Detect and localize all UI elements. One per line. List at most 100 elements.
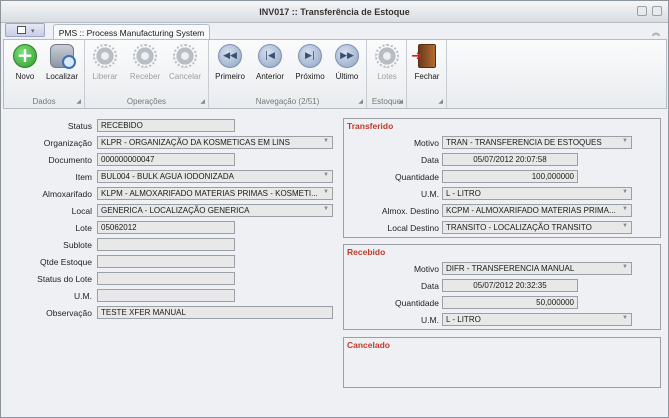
cancelado-title: Cancelado	[347, 340, 390, 350]
first-record-icon: ◀◀	[218, 44, 242, 68]
liberar-button[interactable]: Liberar	[87, 42, 123, 86]
dialog-launcher-icon[interactable]: ◢	[398, 98, 403, 105]
dropdown-icon: ▼	[323, 172, 329, 178]
primeiro-button[interactable]: ◀◀ Primeiro	[212, 42, 248, 86]
almoxarifado-select[interactable]: KLPM - ALMOXARIFADO MATERIAS PRIMAS - KO…	[97, 187, 333, 200]
liberar-label: Liberar	[92, 72, 118, 81]
cancelado-panel: Cancelado	[343, 337, 661, 388]
dropdown-icon: ▼	[323, 138, 329, 144]
chevron-down-icon: ▾	[31, 28, 35, 35]
lotes-button[interactable]: Lotes	[369, 42, 405, 86]
almoxarifado-label: Almoxarifado	[42, 189, 92, 199]
sublote-field[interactable]	[97, 238, 235, 251]
receb-motivo-select[interactable]: DIFR - TRANSFERENCIA MANUAL ▼	[442, 262, 632, 275]
observacao-field[interactable]: TESTE XFER MANUAL	[97, 306, 333, 319]
documento-field[interactable]: 000000000047	[97, 153, 235, 166]
tab-pms[interactable]: PMS :: Process Manufacturing System	[53, 24, 210, 39]
local-destino-value: TRANSITO - LOCALIZAÇÃO TRANSITO	[446, 223, 592, 232]
qtde-estoque-label: Qtde Estoque	[40, 257, 92, 267]
status-lote-label: Status do Lote	[37, 274, 92, 284]
window-title: INV017 :: Transferência de Estoque	[259, 7, 410, 17]
quick-access-toolbar[interactable]: ▾	[5, 23, 45, 37]
title-bar: INV017 :: Transferência de Estoque	[1, 1, 668, 23]
primeiro-label: Primeiro	[215, 72, 245, 81]
group-operacoes: Liberar Receber Cancelar Operações ◢	[85, 40, 209, 108]
item-select[interactable]: BUL004 - BULK AGUA IODONIZADA ▼	[97, 170, 333, 183]
dropdown-icon: ▼	[323, 189, 329, 195]
group-dados: Novo Localizar Dados ◢	[4, 40, 85, 108]
transf-um-label: U.M.	[421, 189, 439, 199]
anterior-button[interactable]: |◀ Anterior	[252, 42, 288, 86]
item-value: BUL004 - BULK AGUA IODONIZADA	[101, 172, 234, 181]
transf-data-label: Data	[421, 155, 439, 165]
almox-destino-select[interactable]: KCPM - ALMOXARIFADO MATERIAS PRIMA... ▼	[442, 204, 632, 217]
cancelar-label: Cancelar	[168, 72, 201, 81]
dialog-launcher-icon[interactable]: ◢	[76, 98, 81, 105]
form-area: Status RECEBIDO Organização KLPR - ORGAN…	[3, 111, 667, 416]
dialog-launcher-icon[interactable]: ◢	[358, 98, 363, 105]
group-label-navegacao: Navegação (2/51)	[255, 97, 320, 106]
document-icon	[17, 26, 26, 34]
minimize-button[interactable]	[637, 6, 647, 16]
receber-button[interactable]: Receber	[127, 42, 163, 86]
transferido-panel: Transferido Motivo TRAN - TRANSFERENCIA …	[343, 118, 661, 238]
recebido-title: Recebido	[347, 247, 386, 257]
qtde-estoque-field[interactable]	[97, 255, 235, 268]
gear-icon	[375, 44, 399, 68]
status-field[interactable]: RECEBIDO	[97, 119, 235, 132]
dropdown-icon: ▼	[622, 223, 628, 229]
localizar-button[interactable]: Localizar	[44, 42, 80, 86]
receb-motivo-label: Motivo	[413, 264, 439, 274]
close-button[interactable]	[652, 6, 662, 16]
transf-motivo-value: TRAN - TRANSFERENCIA DE ESTOQUES	[446, 138, 602, 147]
local-destino-select[interactable]: TRANSITO - LOCALIZAÇÃO TRANSITO ▼	[442, 221, 632, 234]
collapse-ribbon-icon[interactable]: ︽	[652, 27, 660, 38]
last-record-icon: ▶▶	[335, 44, 359, 68]
local-select[interactable]: GENERICA - LOCALIZAÇÃO GENERICA ▼	[97, 204, 333, 217]
receb-um-label: U.M.	[421, 315, 439, 325]
um-field[interactable]	[97, 289, 235, 302]
gear-icon	[93, 44, 117, 68]
transferido-title: Transferido	[347, 121, 394, 131]
receb-quantidade-label: Quantidade	[395, 298, 439, 308]
status-label: Status	[67, 121, 92, 131]
transf-um-select[interactable]: L - LITRO ▼	[442, 187, 632, 200]
novo-label: Novo	[15, 72, 35, 81]
group-sair: Fechar ◢	[407, 40, 447, 108]
um-label: U.M.	[74, 291, 92, 301]
transf-um-value: L - LITRO	[446, 189, 481, 198]
receb-data-field[interactable]: 05/07/2012 20:32:35	[442, 279, 578, 292]
status-lote-field[interactable]	[97, 272, 235, 285]
ultimo-button[interactable]: ▶▶ Último	[329, 42, 365, 86]
group-estoque: Lotes Estoque ◢	[367, 40, 407, 108]
transf-data-field[interactable]: 05/07/2012 20:07:58	[442, 153, 578, 166]
organizacao-select[interactable]: KLPR - ORGANIZAÇÃO DA KOSMETICAS EM LINS…	[97, 136, 333, 149]
fechar-button[interactable]: Fechar	[409, 42, 445, 86]
lote-label: Lote	[75, 223, 92, 233]
sublote-label: Sublote	[63, 240, 92, 250]
local-label: Local	[71, 206, 92, 216]
receb-um-value: L - LITRO	[446, 315, 481, 324]
dropdown-icon: ▼	[622, 206, 628, 212]
recebido-panel: Recebido Motivo DIFR - TRANSFERENCIA MAN…	[343, 244, 661, 330]
dialog-launcher-icon[interactable]: ◢	[438, 98, 443, 105]
window-controls	[637, 6, 662, 16]
group-navegacao: ◀◀ Primeiro |◀ Anterior ▶| Próximo ▶▶ Úl…	[209, 40, 367, 108]
cancelar-button[interactable]: Cancelar	[167, 42, 203, 86]
lote-field[interactable]: 05062012	[97, 221, 235, 234]
novo-button[interactable]: Novo	[7, 42, 43, 86]
almox-destino-value: KCPM - ALMOXARIFADO MATERIAS PRIMA...	[446, 206, 616, 215]
receb-data-label: Data	[421, 281, 439, 291]
proximo-label: Próximo	[295, 72, 325, 81]
ribbon: Novo Localizar Dados ◢ Liberar Receber C…	[3, 39, 667, 109]
dropdown-icon: ▼	[622, 264, 628, 270]
transf-quantidade-field[interactable]: 100,000000	[442, 170, 578, 183]
localizar-label: Localizar	[45, 72, 78, 81]
proximo-button[interactable]: ▶| Próximo	[292, 42, 328, 86]
dialog-launcher-icon[interactable]: ◢	[200, 98, 205, 105]
receber-label: Receber	[129, 72, 161, 81]
add-icon	[13, 43, 37, 68]
transf-motivo-select[interactable]: TRAN - TRANSFERENCIA DE ESTOQUES ▼	[442, 136, 632, 149]
receb-quantidade-field[interactable]: 50,000000	[442, 296, 578, 309]
receb-um-select[interactable]: L - LITRO ▼	[442, 313, 632, 326]
